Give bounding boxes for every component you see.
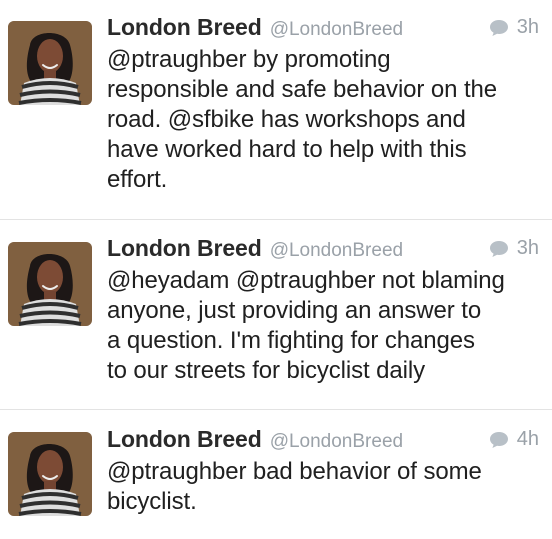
tweet-meta: 3h bbox=[489, 16, 539, 39]
tweet-content: London Breed @LondonBreed 3h @heyadam @pt… bbox=[107, 235, 539, 386]
tweet-meta: 4h bbox=[489, 428, 539, 451]
timestamp: 3h bbox=[516, 237, 539, 259]
tweet-header: London Breed @LondonBreed 3h bbox=[107, 235, 539, 266]
speech-bubble-icon bbox=[489, 19, 509, 37]
avatar[interactable] bbox=[8, 432, 92, 516]
profile-photo bbox=[8, 242, 92, 326]
speech-bubble-icon bbox=[489, 431, 509, 449]
user-handle[interactable]: @LondonBreed bbox=[270, 19, 403, 40]
tweet-text: @heyadam @ptraughber not blaming anyone,… bbox=[107, 267, 505, 384]
speech-bubble-icon bbox=[489, 240, 509, 258]
tweet-item[interactable]: London Breed @LondonBreed 3h @ptraughber … bbox=[0, 0, 552, 219]
tweet-item[interactable]: London Breed @LondonBreed 3h @heyadam @pt… bbox=[0, 220, 552, 409]
tweet-content: London Breed @LondonBreed 3h @ptraughber … bbox=[107, 14, 539, 195]
tweet-item[interactable]: London Breed @LondonBreed 4h @ptraughber … bbox=[0, 410, 552, 539]
tweet-meta: 3h bbox=[489, 237, 539, 260]
tweet-content: London Breed @LondonBreed 4h @ptraughber … bbox=[107, 426, 539, 517]
avatar[interactable] bbox=[8, 21, 92, 105]
display-name[interactable]: London Breed bbox=[107, 235, 262, 261]
avatar[interactable] bbox=[8, 242, 92, 326]
tweet-header: London Breed @LondonBreed 3h bbox=[107, 14, 539, 45]
user-handle[interactable]: @LondonBreed bbox=[270, 240, 403, 261]
profile-photo bbox=[8, 432, 92, 516]
tweet-timeline: London Breed @LondonBreed 3h @ptraughber … bbox=[0, 0, 552, 539]
timestamp: 3h bbox=[516, 16, 539, 38]
user-handle[interactable]: @LondonBreed bbox=[270, 431, 403, 452]
display-name[interactable]: London Breed bbox=[107, 426, 262, 452]
timestamp: 4h bbox=[516, 428, 539, 450]
tweet-text: @ptraughber bad behavior of some bicycli… bbox=[107, 458, 482, 515]
profile-photo bbox=[8, 21, 92, 105]
tweet-header: London Breed @LondonBreed 4h bbox=[107, 426, 539, 457]
tweet-text: @ptraughber by promoting responsible and… bbox=[107, 46, 498, 193]
display-name[interactable]: London Breed bbox=[107, 14, 262, 40]
